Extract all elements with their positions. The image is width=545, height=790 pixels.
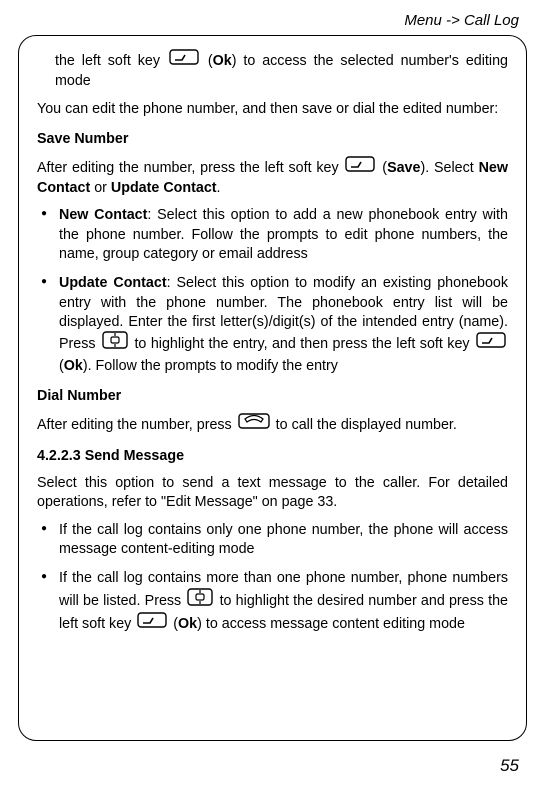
text: or — [90, 180, 111, 196]
left-softkey-icon — [476, 332, 506, 354]
save-number-heading: Save Number — [37, 131, 508, 147]
send-message-bullets: If the call log contains only one phone … — [37, 521, 508, 635]
text: After editing the number, press — [37, 417, 236, 433]
ok-label: Ok — [64, 358, 83, 374]
send-message-heading: 4.2.2.3 Send Message — [37, 448, 508, 464]
save-number-bullets: New Contact: Select this option to add a… — [37, 206, 508, 375]
page-number: 55 — [500, 756, 519, 776]
intro-line-2: You can edit the phone number, and then … — [37, 100, 508, 119]
save-number-para: After editing the number, press the left… — [37, 157, 508, 199]
header-breadcrumb: Menu -> Call Log — [18, 12, 527, 29]
list-item: New Contact: Select this option to add a… — [37, 206, 508, 264]
dial-number-para: After editing the number, press to call … — [37, 414, 508, 436]
text: ) to access message content editing mode — [197, 616, 465, 632]
content-frame: the left soft key (Ok) to access the sel… — [18, 35, 527, 741]
list-item: Update Contact: Select this option to mo… — [37, 274, 508, 375]
call-key-icon — [238, 413, 270, 435]
left-softkey-icon — [137, 612, 167, 634]
text: After editing the number, press the left… — [37, 160, 343, 176]
text: ). Follow the prompts to modify the entr… — [83, 358, 338, 374]
send-message-para: Select this option to send a text messag… — [37, 474, 508, 513]
ok-label: Ok — [178, 616, 197, 632]
left-softkey-icon — [345, 156, 375, 178]
manual-page: Menu -> Call Log the left soft key (Ok) … — [0, 0, 545, 790]
ok-label: Ok — [213, 53, 232, 69]
save-label: Save — [387, 160, 420, 176]
intro-line-1: the left soft key (Ok) to access the sel… — [55, 50, 508, 92]
nav-key-icon — [187, 588, 213, 612]
left-softkey-icon — [169, 49, 199, 71]
text: ). Select — [420, 160, 478, 176]
list-item: If the call log contains more than one p… — [37, 569, 508, 635]
text: If the call log contains only one phone … — [59, 522, 508, 557]
nav-key-icon — [102, 331, 128, 355]
list-item: If the call log contains only one phone … — [37, 521, 508, 560]
bullet-label: New Contact — [59, 207, 147, 223]
update-contact-label: Update Contact — [111, 180, 217, 196]
text: . — [217, 180, 221, 196]
dial-number-heading: Dial Number — [37, 388, 508, 404]
text: to highlight the entry, and then press t… — [134, 336, 474, 352]
bullet-label: Update Contact — [59, 275, 167, 291]
text: the left soft key — [55, 53, 167, 69]
text: to call the displayed number. — [276, 417, 457, 433]
